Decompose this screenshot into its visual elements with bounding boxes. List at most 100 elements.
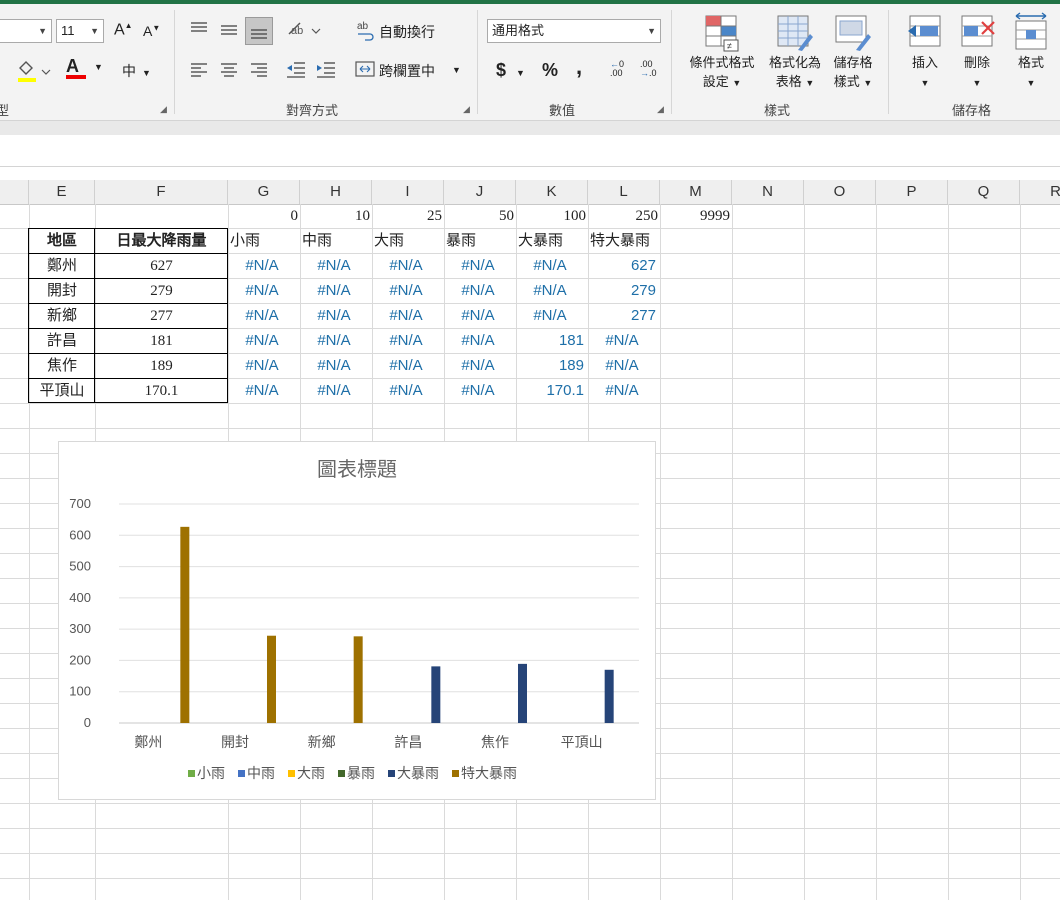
category-value-cell[interactable]: 181 xyxy=(516,329,588,353)
category-header[interactable]: 特大暴雨 xyxy=(588,229,670,253)
category-header[interactable]: 大暴雨 xyxy=(516,229,588,253)
category-value-cell[interactable]: #N/A xyxy=(444,329,516,353)
format-as-table-button[interactable]: 格式化為 表格 ▼ xyxy=(762,53,828,93)
insert-cells-icon[interactable] xyxy=(906,14,944,52)
alignment-dialog-launcher-icon[interactable]: ◢ xyxy=(463,104,470,115)
delete-button[interactable]: 刪除 ▼ xyxy=(952,53,1002,93)
rain-cell[interactable]: 279 xyxy=(95,279,228,303)
column-header[interactable]: H xyxy=(300,180,372,204)
region-cell[interactable]: 開封 xyxy=(29,279,95,303)
chart-object[interactable]: 圖表標題 0 100 200 300 400 500 600 700 鄭州 開封 新鄉 許昌 焦作 平頂… xyxy=(58,441,656,800)
category-value-cell[interactable]: #N/A xyxy=(372,279,444,303)
align-right-icon[interactable] xyxy=(249,60,269,78)
conditional-format-button[interactable]: 條件式格式 設定 ▼ xyxy=(684,53,760,93)
category-value-cell[interactable]: 277 xyxy=(588,304,660,328)
category-value-cell[interactable]: #N/A xyxy=(444,304,516,328)
insert-button[interactable]: 插入 ▼ xyxy=(900,53,950,93)
category-value-cell[interactable]: #N/A xyxy=(516,304,588,328)
category-value-cell[interactable]: 189 xyxy=(516,354,588,378)
category-value-cell[interactable]: 170.1 xyxy=(516,379,588,403)
column-header[interactable]: R xyxy=(1020,180,1060,204)
column-header[interactable]: P xyxy=(876,180,948,204)
category-value-cell[interactable]: #N/A xyxy=(300,304,372,328)
column-header[interactable]: F xyxy=(95,180,228,204)
threshold-cell[interactable]: 10 xyxy=(300,204,372,228)
merge-center-caret-icon[interactable]: ▼ xyxy=(452,65,461,75)
rain-cell[interactable]: 170.1 xyxy=(95,379,228,403)
threshold-cell[interactable]: 9999 xyxy=(660,204,732,228)
category-value-cell[interactable]: #N/A xyxy=(228,379,300,403)
column-header[interactable]: G xyxy=(228,180,300,204)
category-header[interactable]: 中雨 xyxy=(300,229,372,253)
align-middle-icon[interactable] xyxy=(219,20,239,38)
format-cells-icon[interactable] xyxy=(1012,12,1052,52)
align-bottom-icon[interactable] xyxy=(245,17,273,45)
number-dialog-launcher-icon[interactable]: ◢ xyxy=(657,104,664,115)
region-cell[interactable]: 平頂山 xyxy=(29,379,95,403)
font-size-dropdown[interactable]: 11 ▼ xyxy=(56,19,104,43)
number-format-dropdown[interactable]: 通用格式 ▼ xyxy=(487,19,661,43)
category-value-cell[interactable]: #N/A xyxy=(300,329,372,353)
category-value-cell[interactable]: 627 xyxy=(588,254,660,278)
column-header[interactable]: O xyxy=(804,180,876,204)
category-header[interactable]: 小雨 xyxy=(228,229,300,253)
merge-center-icon[interactable] xyxy=(355,60,375,78)
category-value-cell[interactable]: #N/A xyxy=(228,329,300,353)
header-rain[interactable]: 日最大降雨量 xyxy=(95,229,228,253)
column-header[interactable]: J xyxy=(444,180,516,204)
cell-styles-button[interactable]: 儲存格 樣式 ▼ xyxy=(826,53,880,93)
category-value-cell[interactable]: #N/A xyxy=(300,379,372,403)
threshold-cell[interactable]: 0 xyxy=(228,204,300,228)
wrap-text-icon[interactable]: ab xyxy=(356,20,376,42)
category-value-cell[interactable]: #N/A xyxy=(444,254,516,278)
wrap-text-button[interactable]: 自動換行 xyxy=(379,22,435,42)
category-value-cell[interactable]: #N/A xyxy=(588,354,660,378)
category-value-cell[interactable]: #N/A xyxy=(444,279,516,303)
category-value-cell[interactable]: 279 xyxy=(588,279,660,303)
category-value-cell[interactable]: #N/A xyxy=(300,354,372,378)
orientation-icon[interactable]: ab xyxy=(286,18,322,42)
category-value-cell[interactable]: #N/A xyxy=(516,279,588,303)
category-value-cell[interactable]: #N/A xyxy=(228,354,300,378)
rain-cell[interactable]: 277 xyxy=(95,304,228,328)
category-value-cell[interactable]: #N/A xyxy=(372,354,444,378)
category-header[interactable]: 大雨 xyxy=(372,229,444,253)
threshold-cell[interactable]: 25 xyxy=(372,204,444,228)
region-cell[interactable]: 焦作 xyxy=(29,354,95,378)
align-top-icon[interactable] xyxy=(189,20,209,38)
comma-button[interactable]: , xyxy=(576,54,582,80)
region-cell[interactable]: 新鄉 xyxy=(29,304,95,328)
font-color-icon[interactable]: A xyxy=(66,56,86,79)
threshold-cell[interactable]: 250 xyxy=(588,204,660,228)
column-header[interactable]: K xyxy=(516,180,588,204)
column-header[interactable]: I xyxy=(372,180,444,204)
currency-button[interactable]: $ ▼ xyxy=(496,60,525,81)
rain-cell[interactable]: 181 xyxy=(95,329,228,353)
align-center-icon[interactable] xyxy=(219,60,239,78)
category-value-cell[interactable]: #N/A xyxy=(300,279,372,303)
cell-styles-icon[interactable] xyxy=(834,14,872,52)
threshold-cell[interactable]: 100 xyxy=(516,204,588,228)
category-value-cell[interactable]: #N/A xyxy=(372,379,444,403)
percent-button[interactable]: % xyxy=(542,60,558,81)
phonetic-button[interactable]: 中 ▼ xyxy=(122,61,151,81)
delete-cells-icon[interactable] xyxy=(960,14,998,52)
category-value-cell[interactable]: #N/A xyxy=(372,254,444,278)
category-value-cell[interactable]: #N/A xyxy=(588,329,660,353)
format-as-table-icon[interactable] xyxy=(776,14,814,52)
header-region[interactable]: 地區 xyxy=(29,229,95,253)
decrease-indent-icon[interactable] xyxy=(285,59,307,79)
align-left-icon[interactable] xyxy=(189,60,209,78)
font-color-caret-icon[interactable]: ▼ xyxy=(94,62,103,72)
increase-font-button[interactable]: A▲ xyxy=(114,21,133,39)
column-header[interactable]: M xyxy=(660,180,732,204)
decrease-decimal-button[interactable]: .00 →.0 xyxy=(640,60,657,78)
font-dialog-launcher-icon[interactable]: ◢ xyxy=(160,104,167,115)
category-value-cell[interactable]: #N/A xyxy=(228,254,300,278)
category-value-cell[interactable]: #N/A xyxy=(444,354,516,378)
category-value-cell[interactable]: #N/A xyxy=(300,254,372,278)
category-value-cell[interactable]: #N/A xyxy=(516,254,588,278)
column-header[interactable]: L xyxy=(588,180,660,204)
column-header[interactable]: N xyxy=(732,180,804,204)
category-value-cell[interactable]: #N/A xyxy=(444,379,516,403)
